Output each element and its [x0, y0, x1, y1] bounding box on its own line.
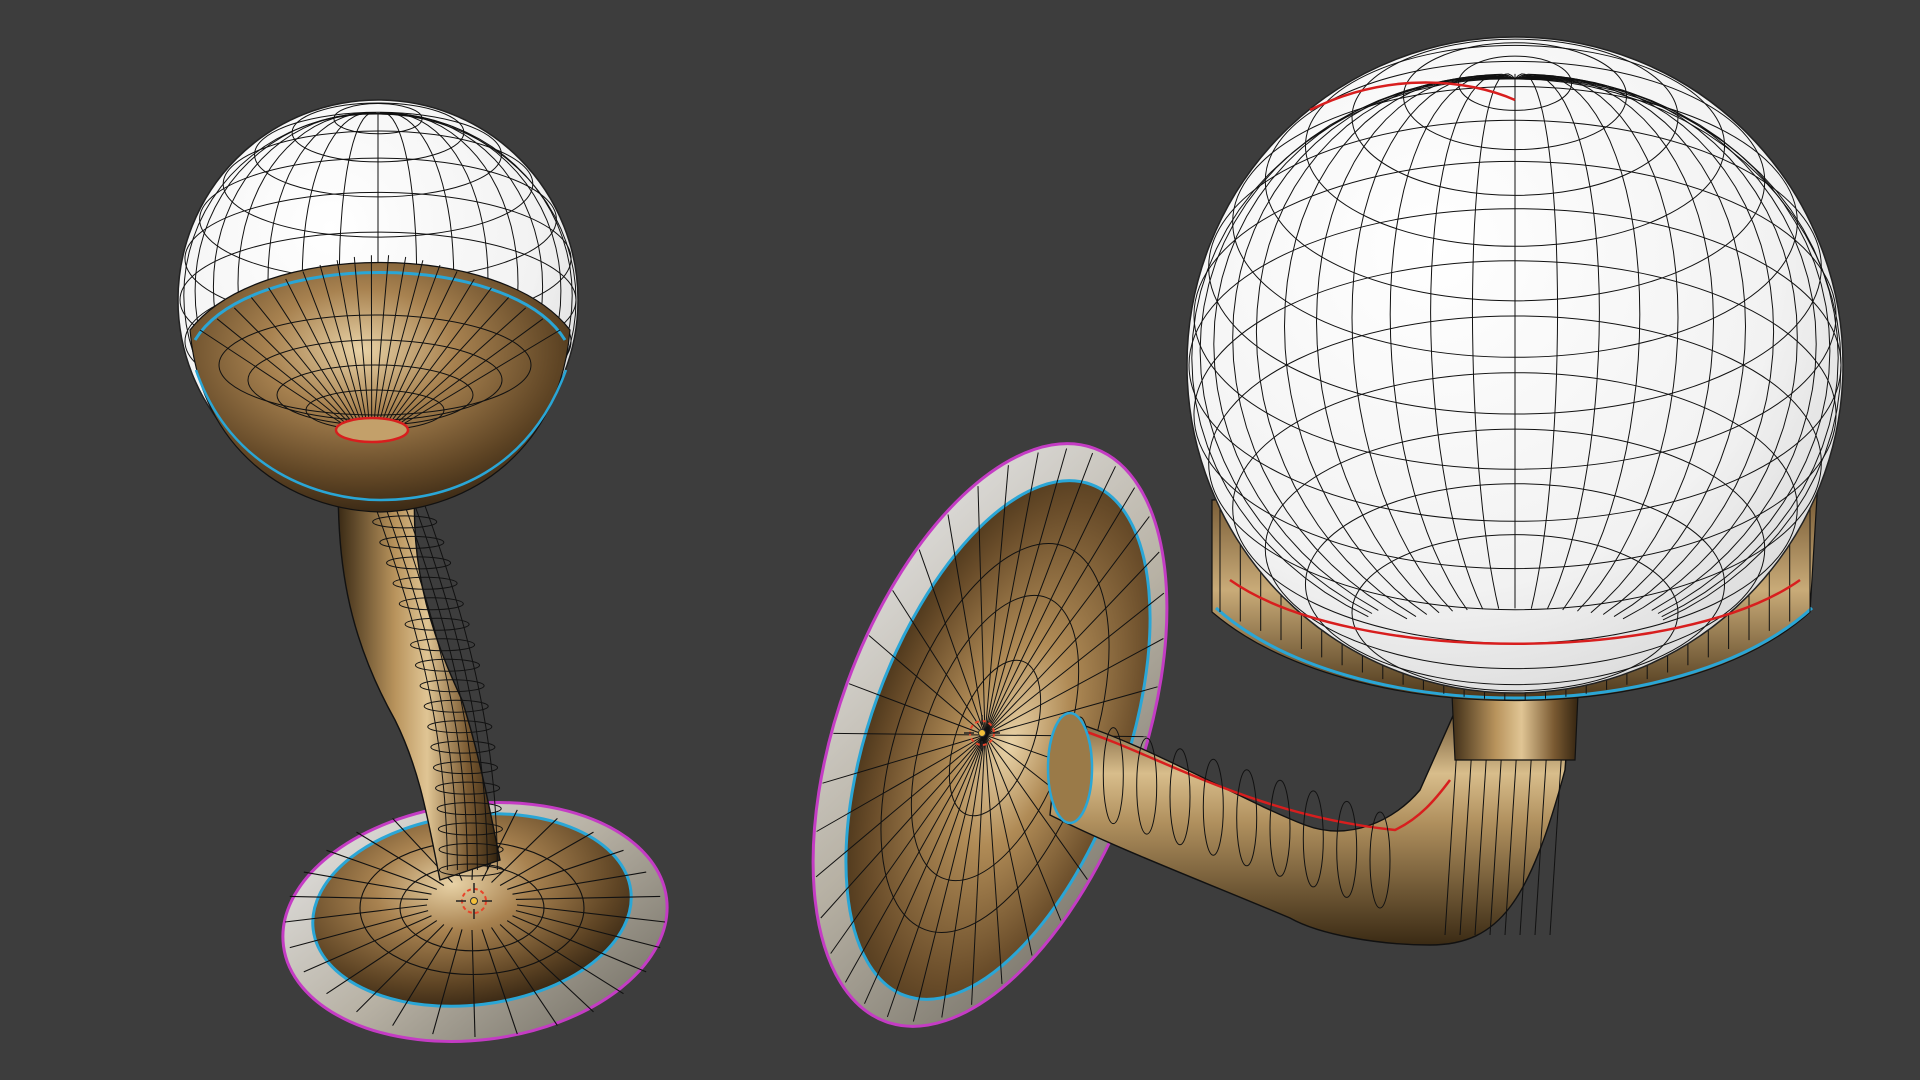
globe-cup — [189, 261, 571, 513]
arm-collar — [1046, 711, 1094, 825]
3d-viewport[interactable] — [0, 0, 1920, 1080]
lamp-side-view[interactable] — [743, 36, 1844, 1074]
lamp-standing-view[interactable] — [177, 99, 681, 1063]
viewport-canvas[interactable] — [0, 0, 1920, 1080]
neck-collar — [334, 416, 410, 444]
